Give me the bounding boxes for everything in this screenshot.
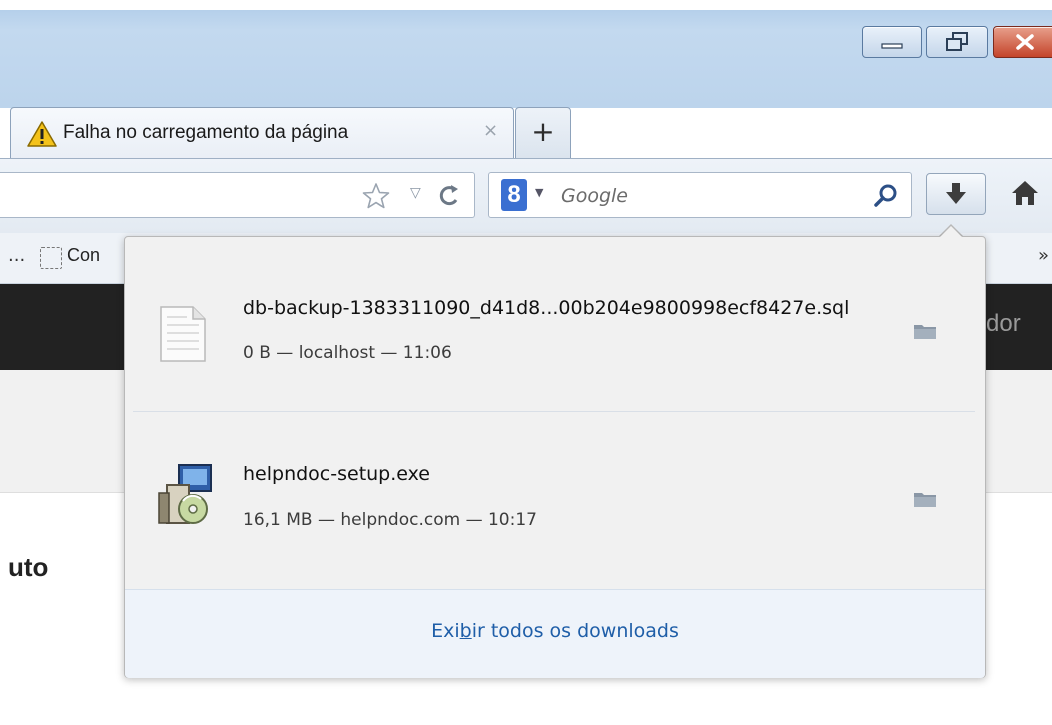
bookmarks-overflow-button[interactable]: » <box>1038 245 1049 266</box>
desktop-strip <box>0 0 1052 10</box>
panel-arrow <box>940 226 962 237</box>
history-dropdown-icon[interactable]: ▽ <box>410 185 421 201</box>
open-folder-icon[interactable] <box>913 489 937 513</box>
download-item[interactable]: db-backup-1383311090_d41d8...00b204e9800… <box>125 239 985 409</box>
downloads-panel: db-backup-1383311090_d41d8...00b204e9800… <box>124 236 986 678</box>
bookmark-star-icon[interactable] <box>360 181 392 215</box>
engine-dropdown-icon[interactable]: ▼ <box>535 186 543 199</box>
download-separator <box>133 411 975 412</box>
bookmark-truncated[interactable]: ... <box>8 245 25 266</box>
url-bar[interactable]: ▽ <box>0 172 475 218</box>
open-folder-icon[interactable] <box>913 321 937 345</box>
search-bar[interactable]: 8 ▼ <box>488 172 912 218</box>
home-icon[interactable] <box>1010 179 1040 211</box>
download-details: 0 B — localhost — 11:06 <box>243 343 452 363</box>
search-icon[interactable] <box>873 183 899 213</box>
show-all-accesskey: b <box>459 620 472 642</box>
download-arrow-icon <box>946 183 966 204</box>
reload-icon[interactable] <box>436 181 462 213</box>
download-item[interactable]: helpndoc-setup.exe 16,1 MB — helpndoc.co… <box>125 417 985 587</box>
close-icon <box>1016 34 1034 50</box>
download-details: 16,1 MB — helpndoc.com — 10:17 <box>243 510 537 530</box>
site-header-text[interactable]: dor <box>986 310 1021 338</box>
bookmark-item-label[interactable]: Con <box>67 245 100 266</box>
tab-title: Falha no carregamento da página <box>63 122 349 143</box>
show-all-downloads-link[interactable]: Exibir todos os downloads <box>125 620 985 642</box>
download-filename: db-backup-1383311090_d41d8...00b204e9800… <box>243 297 850 319</box>
close-window-button[interactable] <box>993 26 1052 58</box>
page-heading-fragment: uto <box>8 552 49 582</box>
restore-icon <box>946 32 968 51</box>
minimize-button[interactable] <box>862 26 922 58</box>
google-engine-icon[interactable]: 8 <box>501 179 527 211</box>
downloads-button[interactable] <box>926 173 986 215</box>
download-filename: helpndoc-setup.exe <box>243 463 430 485</box>
search-input[interactable] <box>559 180 853 212</box>
new-tab-button[interactable]: + <box>515 107 571 158</box>
warning-icon <box>27 120 57 152</box>
tab-close-icon[interactable]: × <box>483 120 498 141</box>
panel-footer: Exibir todos os downloads <box>125 589 985 678</box>
show-all-text-end: ir todos os downloads <box>471 620 679 642</box>
bookmark-page-icon <box>40 247 62 269</box>
installer-icon <box>157 463 213 533</box>
navigation-toolbar: ▽ 8 ▼ <box>0 158 1052 234</box>
tab-active[interactable]: Falha no carregamento da página × <box>10 107 514 160</box>
text-file-icon <box>157 305 207 367</box>
minimize-icon <box>881 43 903 49</box>
show-all-text-start: Exi <box>431 620 460 642</box>
restore-button[interactable] <box>926 26 988 58</box>
